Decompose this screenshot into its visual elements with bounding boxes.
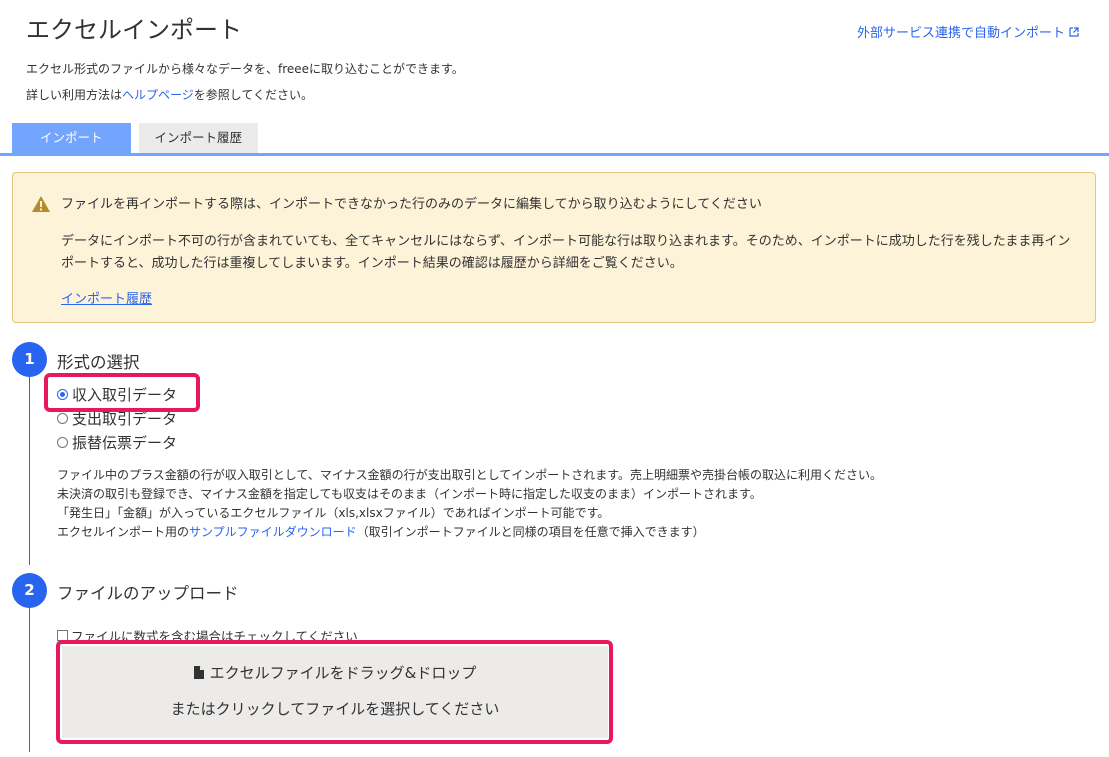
format-desc-line2: 未決済の取引も登録でき、マイナス金額を指定しても収支はそのまま（インポート時に指…: [57, 487, 762, 501]
warning-title: ファイルを再インポートする際は、インポートできなかった行のみのデータに編集してか…: [61, 197, 762, 212]
help-description: 詳しい利用方法はヘルプページを参照してください。: [26, 86, 313, 103]
page-description: エクセル形式のファイルから様々なデータを、freeeに取り込むことができます。: [26, 62, 464, 76]
sample-file-download-link[interactable]: サンプルファイルダウンロード: [189, 525, 357, 539]
radio-income-highlighted-label: 収入取引データ: [72, 386, 178, 404]
sample-prefix: エクセルインポート用の: [57, 525, 190, 539]
radio-transfer-label: 振替伝票データ: [72, 434, 178, 452]
format-desc-line1: ファイル中のプラス金額の行が収入取引として、マイナス金額の行が支出取引としてイン…: [57, 468, 883, 482]
help-prefix: 詳しい利用方法は: [26, 88, 123, 102]
help-page-link[interactable]: ヘルプページ: [122, 88, 194, 102]
step1-title: 形式の選択: [57, 353, 140, 372]
external-link-icon: [1069, 26, 1079, 37]
format-desc-line4: エクセルインポート用のサンプルファイルダウンロード（取引インポートファイルと同様…: [57, 523, 882, 542]
warning-body: データにインポート不可の行が含まれていても、全てキャンセルにはならず、インポート…: [61, 234, 1071, 271]
tab-import-history[interactable]: インポート履歴: [138, 123, 259, 153]
help-suffix: を参照してください。: [193, 88, 314, 102]
step1-line: [29, 365, 30, 565]
step2-line: [29, 600, 30, 752]
radio-transfer-control[interactable]: [57, 437, 68, 448]
step2-title: ファイルのアップロード: [57, 584, 239, 603]
import-history-link[interactable]: インポート履歴: [61, 288, 152, 307]
format-desc-line3: 「発生日」「金額」が入っているエクセルファイル（xls,xlsxファイル）であれ…: [57, 506, 610, 520]
warning-icon: [32, 196, 50, 212]
radio-expense-control[interactable]: [57, 413, 68, 424]
tab-bar: インポート インポート履歴: [12, 123, 259, 153]
tab-import[interactable]: インポート: [12, 123, 131, 153]
tab-underline: [0, 153, 1109, 156]
warning-box: ファイルを再インポートする際は、インポートできなかった行のみのデータに編集してか…: [12, 172, 1096, 323]
step1-number: 1: [12, 342, 47, 377]
radio-income-highlighted-control[interactable]: [57, 389, 68, 400]
page-title: エクセルインポート: [26, 16, 242, 44]
external-service-link-label: 外部サービス連携で自動インポート: [856, 26, 1065, 41]
format-description: ファイル中のプラス金額の行が収入取引として、マイナス金額の行が支出取引としてイン…: [57, 466, 882, 542]
highlight-dropzone: [56, 640, 613, 744]
radio-income-highlighted[interactable]: 収入取引データ: [57, 384, 177, 405]
external-service-link[interactable]: 外部サービス連携で自動インポート: [857, 22, 1079, 41]
step2-number: 2: [12, 573, 47, 608]
radio-transfer[interactable]: 振替伝票データ: [57, 432, 177, 453]
sample-suffix: （取引インポートファイルと同様の項目を任意で挿入できます）: [356, 525, 705, 539]
